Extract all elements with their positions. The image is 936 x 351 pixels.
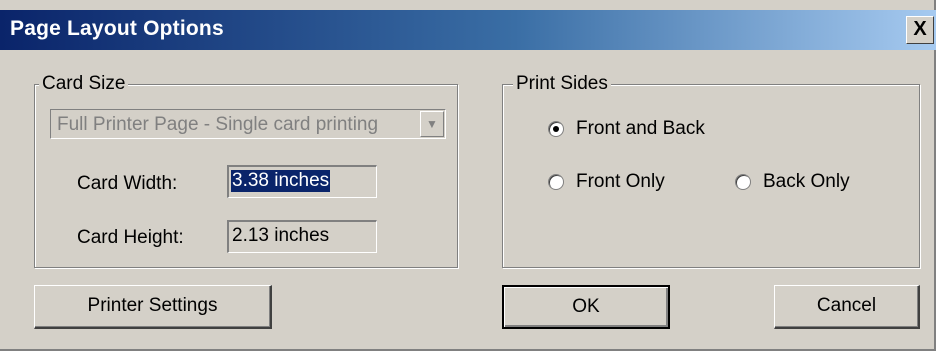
- radio-unselected-icon: [548, 174, 564, 190]
- radio-back-only[interactable]: Back Only: [735, 171, 850, 193]
- chevron-down-icon[interactable]: ▼: [420, 111, 444, 137]
- card-size-group: Card Size Full Printer Page - Single car…: [34, 73, 458, 268]
- radio-front-only[interactable]: Front Only: [548, 171, 665, 193]
- cancel-label: Cancel: [816, 295, 877, 316]
- card-height-label: Card Height:: [77, 227, 184, 248]
- cancel-button[interactable]: Cancel: [774, 285, 920, 329]
- radio-front-only-label: Front Only: [576, 171, 665, 192]
- radio-selected-icon: [548, 121, 564, 137]
- card-width-label: Card Width:: [77, 173, 178, 194]
- close-icon: X: [913, 18, 927, 40]
- card-size-legend: Card Size: [39, 73, 129, 95]
- card-height-value: 2.13 inches: [232, 225, 330, 246]
- card-size-combo[interactable]: Full Printer Page - Single card printing…: [50, 109, 446, 139]
- printer-settings-label: Printer Settings: [87, 295, 218, 316]
- close-button[interactable]: X: [906, 16, 934, 44]
- radio-back-only-label: Back Only: [763, 171, 850, 192]
- window-title: Page Layout Options: [10, 17, 224, 40]
- card-width-field[interactable]: 3.38 inches: [227, 165, 377, 198]
- card-width-value: 3.38 inches: [231, 170, 331, 192]
- printer-settings-button[interactable]: Printer Settings: [34, 285, 272, 329]
- print-sides-legend: Print Sides: [513, 73, 611, 95]
- card-height-field[interactable]: 2.13 inches: [227, 220, 377, 253]
- ok-label: OK: [572, 296, 600, 317]
- radio-unselected-icon: [735, 174, 751, 190]
- card-size-combo-value: Full Printer Page - Single card printing: [57, 114, 379, 135]
- radio-front-and-back-label: Front and Back: [576, 118, 705, 139]
- page-layout-options-dialog: Page Layout Options X Card Size Full Pri…: [0, 0, 936, 351]
- title-bar: Page Layout Options X: [0, 10, 936, 50]
- ok-button[interactable]: OK: [502, 285, 670, 329]
- print-sides-group: Print Sides Front and Back Front Only Ba…: [502, 73, 920, 268]
- radio-front-and-back[interactable]: Front and Back: [548, 118, 705, 140]
